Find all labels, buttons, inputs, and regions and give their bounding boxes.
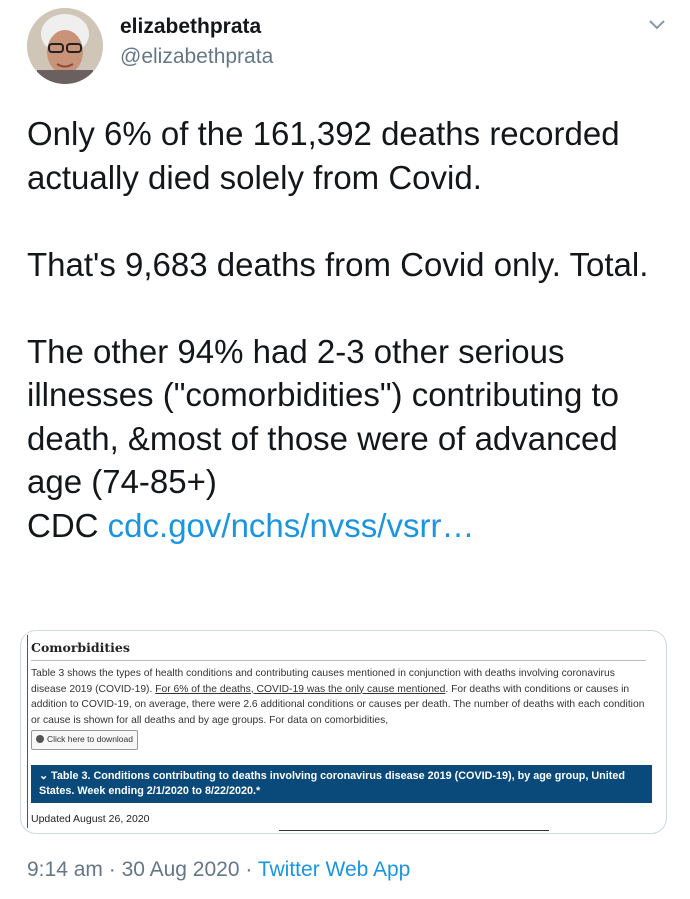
download-label: Click here to download [47, 734, 133, 744]
separator-dot: · [108, 858, 116, 881]
source-app-link[interactable]: Twitter Web App [258, 858, 411, 881]
tweet-time[interactable]: 9:14 am [27, 858, 103, 881]
author-name[interactable]: elizabethprata [120, 15, 261, 39]
download-icon [36, 735, 44, 743]
author-handle[interactable]: @elizabethprata [120, 45, 273, 69]
divider [31, 660, 646, 661]
card-title: Comorbidities [31, 640, 130, 655]
updated-date: Updated August 26, 2020 [31, 813, 150, 825]
card-paragraph: Table 3 shows the types of health condit… [31, 666, 646, 750]
card-bottom-line [279, 830, 549, 831]
table-header-bar[interactable]: ⌄ Table 3. Conditions contributing to de… [31, 765, 652, 803]
source-link[interactable]: cdc.gov/nchs/nvss/vsrr… [108, 507, 475, 544]
tweet-source-line: CDC cdc.gov/nchs/nvss/vsrr… [27, 504, 667, 548]
chevron-down-icon[interactable] [648, 18, 666, 32]
expand-caret-icon: ⌄ [39, 770, 49, 782]
card-screenshot: Comorbidities Table 3 shows the types of… [27, 635, 652, 828]
tweet-text: Only 6% of the 161,392 deaths recorded a… [27, 112, 667, 547]
tweet-date[interactable]: 30 Aug 2020 [122, 858, 240, 881]
tweet-meta: 9:14 am · 30 Aug 2020 · Twitter Web App [27, 858, 410, 882]
link-preview-card[interactable]: Comorbidities Table 3 shows the types of… [20, 630, 667, 834]
card-paragraph-underlined: For 6% of the deaths, COVID-19 was the o… [155, 683, 446, 695]
tweet-paragraph-3: The other 94% had 2-3 other serious illn… [27, 332, 629, 501]
download-button[interactable]: Click here to download [31, 730, 138, 750]
tweet-paragraph-2: That's 9,683 deaths from Covid only. Tot… [27, 245, 649, 283]
tweet-paragraph-1: Only 6% of the 161,392 deaths recorded a… [27, 115, 629, 196]
avatar[interactable] [27, 8, 103, 84]
table-title: Table 3. Conditions contributing to deat… [39, 770, 625, 797]
separator-dot: · [245, 858, 253, 881]
source-prefix: CDC [27, 506, 99, 544]
